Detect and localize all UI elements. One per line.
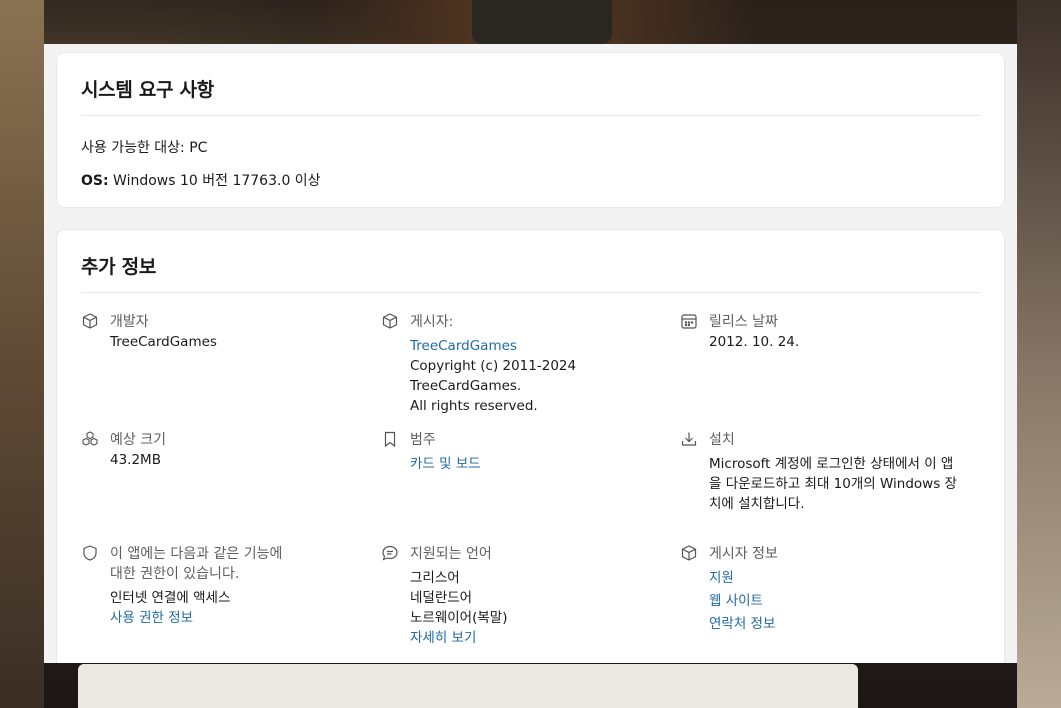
website-link[interactable]: 웹 사이트: [709, 591, 960, 611]
os-requirement: OS: Windows 10 버전 17763.0 이상: [81, 170, 321, 190]
permissions-value: 인터넷 연결에 액세스: [110, 590, 231, 606]
size-label: 예상 크기: [110, 432, 166, 448]
language-item: 네덜란드어: [410, 590, 473, 606]
release-date-label: 릴리스 날짜: [709, 314, 778, 330]
install-text-line-3: 치에 설치합니다.: [709, 496, 805, 512]
publisher-link[interactable]: TreeCardGames: [410, 336, 661, 356]
language-item: 노르웨이어(복말): [410, 610, 508, 626]
publisher-copyright: Copyright (c) 2011-2024 TreeCardGames.: [410, 358, 577, 394]
additional-info-card: 추가 정보 개발자 TreeCardGames 게시자: TreeCardGam…: [57, 230, 1004, 663]
os-label: OS:: [81, 173, 109, 189]
download-icon: [680, 430, 698, 448]
bookmark-icon: [381, 430, 399, 448]
os-value: Windows 10 버전 17763.0 이상: [108, 173, 321, 189]
size-value: 43.2MB: [110, 452, 161, 468]
shield-icon: [81, 544, 99, 562]
publisher-info-label: 게시자 정보: [709, 546, 778, 562]
store-details-panel: 시스템 요구 사항 사용 가능한 대상: PC OS: Windows 10 버…: [44, 44, 1017, 663]
install-text-line-2: 을 다운로드하고 최대 10개의 Windows 장: [709, 476, 957, 492]
background-left: [0, 0, 44, 708]
available-on: 사용 가능한 대상: PC: [81, 140, 208, 156]
box-icon: [680, 544, 698, 562]
languages-more-link[interactable]: 자세히 보기: [410, 628, 661, 648]
divider: [81, 115, 980, 116]
cubes-icon: [81, 430, 99, 448]
permissions-label-1: 이 앱에는 다음과 같은 기능에: [110, 546, 283, 562]
system-requirements-title: 시스템 요구 사항: [81, 79, 214, 101]
support-link[interactable]: 지원: [709, 568, 960, 588]
background-logo: [472, 0, 612, 44]
language-item: 그리스어: [410, 570, 460, 586]
additional-info-title: 추가 정보: [81, 256, 157, 278]
developer-label: 개발자: [110, 314, 149, 330]
release-date-value: 2012. 10. 24.: [709, 334, 800, 350]
box-icon: [81, 312, 99, 330]
background-right: [1017, 0, 1061, 708]
calendar-icon: [680, 312, 698, 330]
box-icon: [381, 312, 399, 330]
contact-info-link[interactable]: 연락처 정보: [709, 614, 960, 634]
install-text-line-1: Microsoft 계정에 로그인한 상태에서 이 앱: [709, 456, 954, 472]
developer-value: TreeCardGames: [110, 334, 217, 350]
install-label: 설치: [709, 432, 735, 448]
category-link[interactable]: 카드 및 보드: [410, 454, 661, 474]
divider: [81, 292, 980, 293]
system-requirements-card: 시스템 요구 사항 사용 가능한 대상: PC OS: Windows 10 버…: [57, 53, 1004, 207]
category-label: 범주: [410, 432, 436, 448]
publisher-rights: All rights reserved.: [410, 398, 538, 414]
chat-icon: [381, 544, 399, 562]
languages-label: 지원되는 언어: [410, 546, 492, 562]
permissions-label-2: 대한 권한이 있습니다.: [110, 566, 240, 582]
publisher-label: 게시자:: [410, 314, 454, 330]
background-playing-card: [78, 664, 858, 708]
permissions-info-link[interactable]: 사용 권한 정보: [110, 608, 361, 628]
